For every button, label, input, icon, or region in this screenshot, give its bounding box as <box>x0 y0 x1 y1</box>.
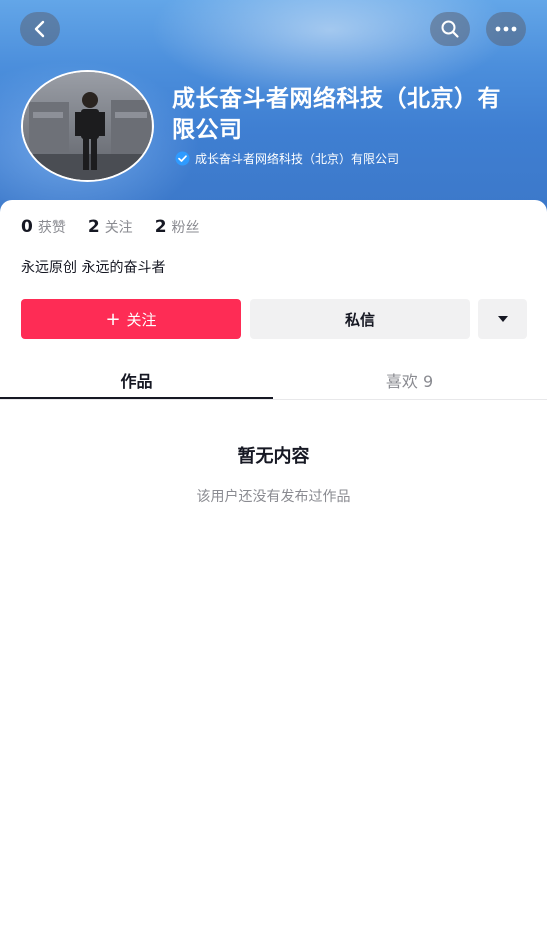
empty-state-subtitle: 该用户还没有发布过作品 <box>196 489 351 505</box>
verified-badge-icon <box>175 151 190 166</box>
more-actions-button[interactable] <box>478 299 527 339</box>
verified-row: 成长奋斗者网络科技（北京）有限公司 <box>175 150 399 167</box>
follow-button[interactable]: + 关注 <box>21 299 241 339</box>
tab-active-indicator <box>0 397 273 399</box>
avatar[interactable] <box>21 70 154 182</box>
message-button[interactable]: 私信 <box>250 299 470 339</box>
stat-following-label: 关注 <box>104 220 133 236</box>
empty-state-title: 暂无内容 <box>237 446 310 467</box>
plus-icon: + <box>105 308 121 330</box>
content-tabs: 作品 喜欢 9 <box>0 360 547 400</box>
stat-followers[interactable]: 2 粉丝 <box>155 217 200 237</box>
search-icon <box>441 20 459 38</box>
tab-likes[interactable]: 喜欢 9 <box>273 360 546 400</box>
message-label: 私信 <box>344 310 375 329</box>
stat-likes[interactable]: 0 获赞 <box>21 217 66 237</box>
profile-name: 成长奋斗者网络科技（北京）有限公司 <box>172 86 501 143</box>
stats-row: 0 获赞 2 关注 2 粉丝 <box>21 217 222 237</box>
more-button[interactable] <box>486 12 526 46</box>
stat-likes-value: 0 <box>21 217 33 237</box>
verified-label: 成长奋斗者网络科技（北京）有限公司 <box>195 152 400 166</box>
bio-text: 永远原创 永远的奋斗者 <box>21 260 166 276</box>
chevron-left-icon <box>34 20 45 38</box>
search-button[interactable] <box>430 12 470 46</box>
more-horizontal-icon <box>495 26 517 32</box>
back-button[interactable] <box>20 12 60 46</box>
stat-followers-label: 粉丝 <box>171 220 200 236</box>
caret-down-icon <box>497 316 508 322</box>
follow-label: 关注 <box>126 310 157 329</box>
stat-followers-value: 2 <box>154 217 167 237</box>
stat-likes-label: 获赞 <box>37 220 66 236</box>
avatar-photo <box>23 72 152 180</box>
stat-following[interactable]: 2 关注 <box>88 217 133 237</box>
tab-works[interactable]: 作品 <box>0 360 273 400</box>
stat-following-value: 2 <box>87 217 100 237</box>
